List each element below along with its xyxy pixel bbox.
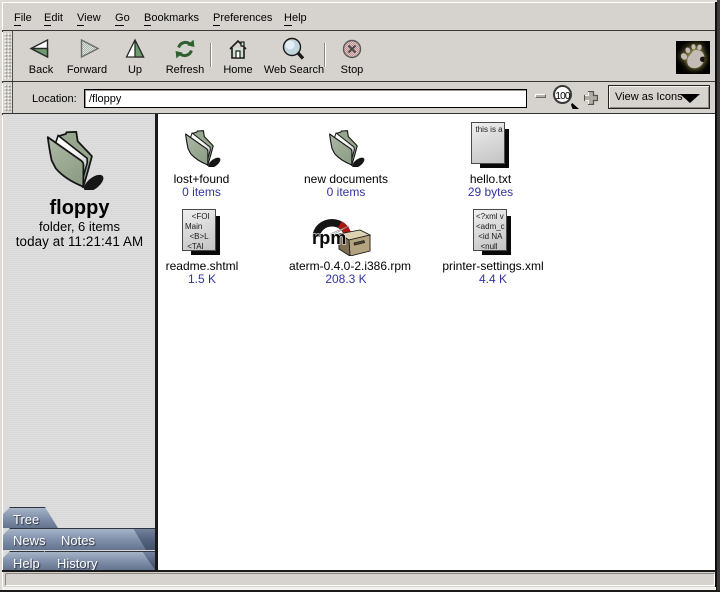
svg-text:rpm: rpm [312, 228, 347, 248]
